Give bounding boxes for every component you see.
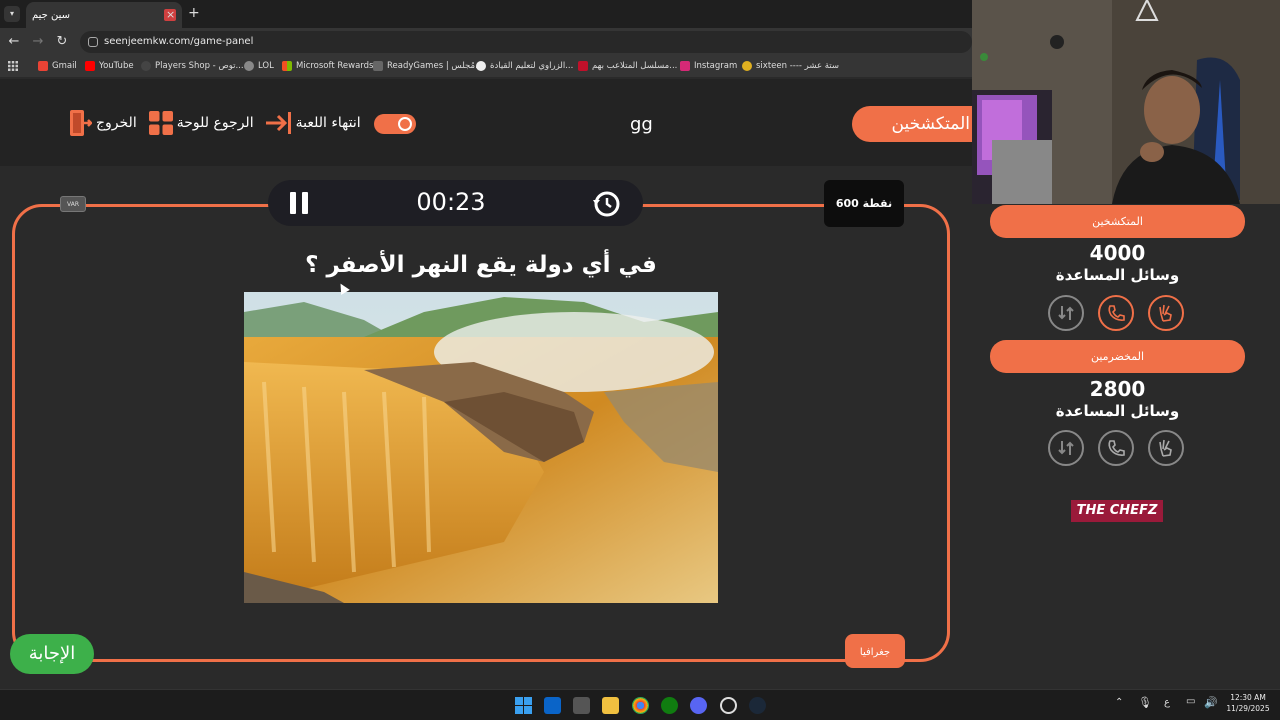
clock-time: 12:30 AM <box>1230 693 1266 702</box>
timer-display: 00:23 <box>416 188 486 216</box>
monitor-icon[interactable]: ▭ <box>1186 696 1195 707</box>
team-1-lifelines-label: وسائل المساعدة <box>1055 266 1180 284</box>
team-2-double-icon[interactable] <box>1148 430 1184 466</box>
game-team-name: gg <box>630 114 653 135</box>
obs-icon[interactable] <box>720 697 737 714</box>
team-1-call-icon[interactable] <box>1098 295 1134 331</box>
question-image <box>244 292 718 603</box>
globe-icon <box>244 61 254 71</box>
gear-icon <box>398 117 412 131</box>
tab-title: سين جيم <box>32 9 71 21</box>
settings-toggle[interactable] <box>374 114 416 134</box>
bookmark-players-shop[interactable]: Players Shop - توص... <box>141 61 244 71</box>
door-exit-icon <box>70 110 92 136</box>
microsoft-icon <box>282 61 292 71</box>
bookmark-series[interactable]: مسلسل المتلاعب بهم... <box>578 61 677 71</box>
webcam-overlay <box>972 0 1280 204</box>
language-indicator[interactable]: ع <box>1164 697 1170 708</box>
apps-grid-icon[interactable] <box>8 61 18 71</box>
points-badge: 600 نقطة <box>824 180 904 227</box>
team-1-name: المتكشخين <box>990 205 1245 238</box>
end-game-label: انتهاء اللعبة <box>295 115 361 131</box>
readygames-icon <box>373 61 383 71</box>
system-clock[interactable]: 12:30 AM 11/29/2025 <box>1222 692 1274 714</box>
team-2-lifelines-label: وسائل المساعدة <box>1055 402 1180 420</box>
players-shop-icon <box>141 61 151 71</box>
outlook-icon[interactable] <box>544 697 561 714</box>
browser-toolbar: ← → ↻ seenjeemkw.com/game-panel <box>0 28 972 56</box>
end-game-button[interactable]: انتهاء اللعبة <box>265 112 361 134</box>
bookmarks-bar: Gmail YouTube Players Shop - توص... LOL … <box>0 56 972 78</box>
tab-list-button[interactable]: ▾ <box>4 6 20 22</box>
new-tab-button[interactable]: + <box>188 5 200 21</box>
bookmark-zarawi[interactable]: الزراوي لتعليم القيادة... <box>476 61 573 71</box>
url-text: seenjeemkw.com/game-panel <box>104 36 254 47</box>
bookmark-sixteen[interactable]: sixteen ---- ستة عشر <box>742 61 839 71</box>
xbox-icon[interactable] <box>661 697 678 714</box>
grid-icon <box>148 111 173 135</box>
back-to-board-button[interactable]: الرجوع للوحة <box>148 111 254 135</box>
reload-icon[interactable]: ↻ <box>54 34 70 49</box>
answer-button[interactable]: الإجابة <box>10 634 94 674</box>
start-windows-icon[interactable] <box>515 697 532 714</box>
back-arrow-icon[interactable]: ← <box>6 34 22 49</box>
browser-tab[interactable]: سين جيم × <box>26 2 182 28</box>
microphone-icon[interactable]: 🎙 <box>1138 696 1152 709</box>
arrow-right-into-icon <box>265 112 291 134</box>
var-icon[interactable]: VAR <box>60 196 86 212</box>
chrome-icon[interactable] <box>632 697 649 714</box>
address-input[interactable]: seenjeemkw.com/game-panel <box>80 31 972 53</box>
reset-timer-icon[interactable] <box>592 190 620 218</box>
series-icon <box>578 61 588 71</box>
zarawi-icon <box>476 61 486 71</box>
forward-arrow-icon[interactable]: → <box>30 34 46 49</box>
team-1-double-icon[interactable] <box>1148 295 1184 331</box>
exit-label: الخروج <box>96 115 137 131</box>
current-team-pill: المتكشخين <box>852 106 982 142</box>
windows-taskbar: ⌃ 🎙 ع ▭ 🔊 <box>0 689 1280 720</box>
question-text: في أي دولة يقع النهر الأصفر ؟ <box>305 252 657 278</box>
back-to-board-label: الرجوع للوحة <box>176 115 254 131</box>
instagram-icon <box>680 61 690 71</box>
sponsor-logo: THE CHEFZ <box>1071 500 1163 522</box>
category-badge: جغرافيا <box>845 634 905 668</box>
bookmark-readygames[interactable]: ReadyGames | مُجلس... <box>373 61 483 71</box>
exit-button[interactable]: الخروج <box>70 110 137 136</box>
steam-icon[interactable] <box>749 697 766 714</box>
calendar-app-icon[interactable] <box>573 697 590 714</box>
discord-icon[interactable] <box>690 697 707 714</box>
bookmark-lol[interactable]: LOL <box>244 61 274 71</box>
team-1-swap-icon[interactable] <box>1048 295 1084 331</box>
team-1-score: 4000 <box>1089 241 1146 265</box>
tab-close-button[interactable]: × <box>166 8 175 21</box>
header-actions: الخروج الرجوع للوحة انتهاء اللعبة <box>70 110 361 136</box>
pause-icon[interactable] <box>290 192 310 214</box>
gmail-icon <box>38 61 48 71</box>
youtube-icon <box>85 61 95 71</box>
site-info-icon[interactable] <box>88 37 98 47</box>
team-2-swap-icon[interactable] <box>1048 430 1084 466</box>
chevron-up-icon[interactable]: ⌃ <box>1115 697 1123 708</box>
bookmark-youtube[interactable]: YouTube <box>85 61 134 71</box>
volume-icon[interactable]: 🔊 <box>1204 696 1218 709</box>
browser-tab-bar: ▾ سين جيم × + <box>0 0 972 28</box>
team-2-name: المخضرمين <box>990 340 1245 373</box>
sixteen-icon <box>742 61 752 71</box>
team-2-score: 2800 <box>1089 377 1146 401</box>
bookmark-instagram[interactable]: Instagram <box>680 61 737 71</box>
file-explorer-icon[interactable] <box>602 697 619 714</box>
bookmark-microsoft-rewards[interactable]: Microsoft Rewards <box>282 61 373 71</box>
team-2-call-icon[interactable] <box>1098 430 1134 466</box>
clock-date: 11/29/2025 <box>1226 704 1270 713</box>
bookmark-gmail[interactable]: Gmail <box>38 61 77 71</box>
